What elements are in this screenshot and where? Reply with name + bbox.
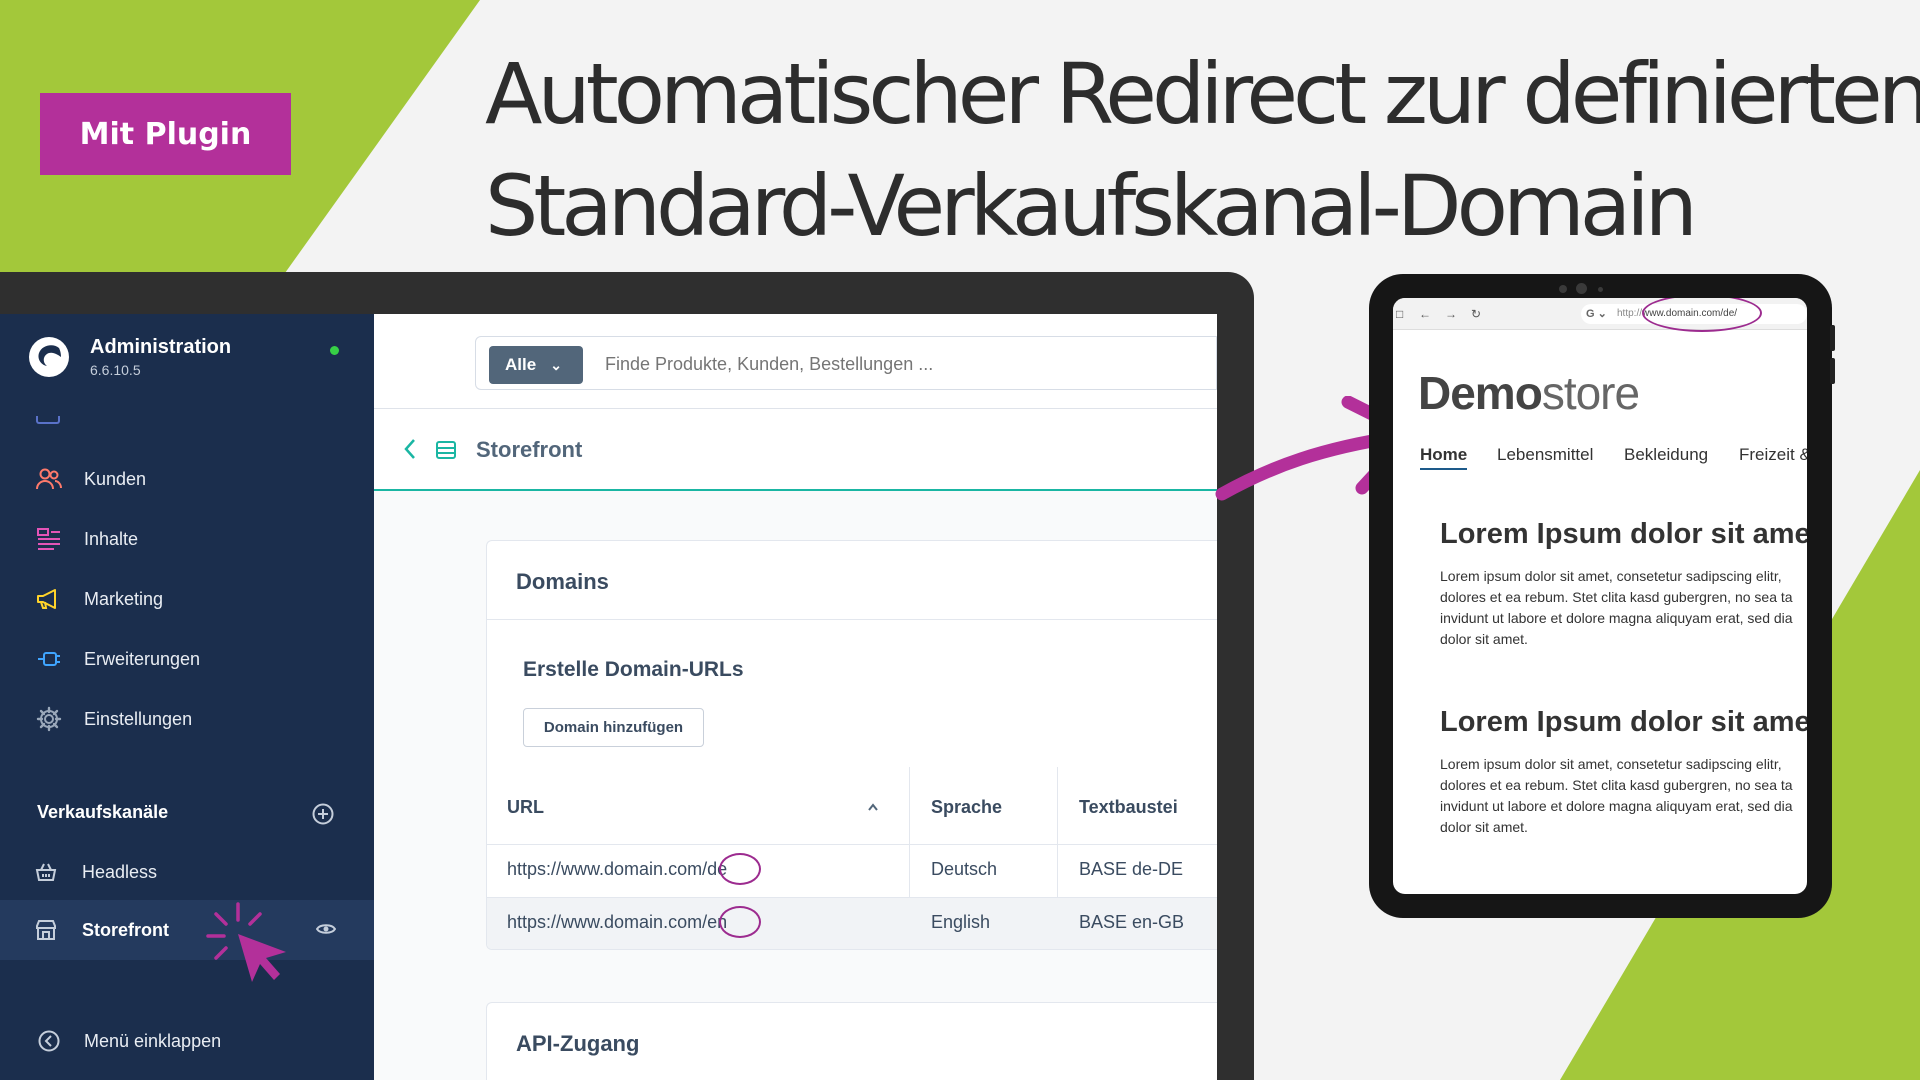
store-nav-bekleidung[interactable]: Bekleidung <box>1624 445 1708 465</box>
nav-label-erweiterungen: Erweiterungen <box>84 648 201 669</box>
content-paragraph: Lorem ipsum dolor sit amet, consetetur s… <box>1440 756 1793 835</box>
table-row[interactable]: https://www.domain.com/en English BASE e… <box>487 897 1217 949</box>
nav-item-inhalte[interactable]: Inhalte <box>34 524 138 554</box>
tablet-camera <box>1576 283 1587 294</box>
nav-label-marketing: Marketing <box>84 588 164 609</box>
click-cursor-icon <box>206 902 286 982</box>
sales-channel-headless[interactable]: Headless <box>34 860 157 884</box>
domain-snippet-set: BASE de-DE <box>1079 859 1184 879</box>
api-access-title: API-Zugang <box>516 1031 640 1056</box>
nav-item-erweiterungen[interactable]: Erweiterungen <box>34 644 200 674</box>
online-status-dot <box>330 346 339 355</box>
content-paragraph: Lorem ipsum dolor sit amet, consetetur s… <box>1440 568 1793 647</box>
megaphone-icon <box>34 584 64 614</box>
cropped-nav-icon <box>36 416 60 424</box>
admin-screen: Administration 6.6.10.5 Kunden Inhalte M… <box>0 314 1217 1080</box>
search-filter-label: Alle <box>505 355 537 374</box>
domain-url: https://www.domain.com/en <box>507 912 728 932</box>
customers-icon <box>34 464 64 494</box>
eye-icon[interactable] <box>316 922 336 936</box>
domains-card-title: Domains <box>487 541 1217 620</box>
tab-square-icon[interactable]: □ <box>1396 307 1403 321</box>
reload-icon[interactable]: ↻ <box>1471 307 1481 321</box>
back-icon[interactable]: ← <box>1419 307 1431 321</box>
browser-toolbar: □ ← → ↻ http://www.domain.com/de/ G ⌄ <box>1393 298 1807 332</box>
storefront-page-icon <box>436 441 456 459</box>
back-arrow-icon[interactable] <box>402 436 418 462</box>
headline: Automatischer Redirect zur definierten S… <box>485 38 1920 262</box>
shopware-logo-icon <box>29 337 69 377</box>
store-nav-lebensmittel[interactable]: Lebensmittel <box>1497 445 1593 465</box>
nav-label-inhalte: Inhalte <box>84 528 139 549</box>
collapse-menu-button[interactable]: Menü einklappen <box>38 1030 221 1052</box>
sales-channel-storefront[interactable]: Storefront <box>34 918 169 942</box>
highlight-circle <box>1642 298 1762 332</box>
nav-item-kunden[interactable]: Kunden <box>34 464 146 494</box>
url-prefix: http:// <box>1617 308 1643 319</box>
app-version: 6.6.10.5 <box>90 362 141 378</box>
page-title: Storefront <box>476 437 583 462</box>
table-row[interactable]: https://www.domain.com/de Deutsch BASE d… <box>487 844 1217 896</box>
nav-label-einstellungen: Einstellungen <box>84 708 193 729</box>
store-logo-light: store <box>1541 367 1640 419</box>
headline-line-2: Standard-Verkaufskanal-Domain <box>485 157 1698 255</box>
sort-ascending-icon[interactable] <box>867 803 879 811</box>
domain-snippet-set: BASE en-GB <box>1079 912 1185 932</box>
domain-language: English <box>931 912 991 932</box>
search-input[interactable] <box>605 349 1165 379</box>
tablet-sensor <box>1598 287 1603 292</box>
basket-icon <box>34 860 58 884</box>
google-icon[interactable]: G ⌄ <box>1586 307 1607 320</box>
global-search: Alle ⌄ <box>475 336 1217 390</box>
domain-url: https://www.domain.com/de <box>507 859 728 879</box>
highlight-circle <box>719 906 761 938</box>
column-header-url[interactable]: URL <box>507 797 544 818</box>
tablet-sensor <box>1559 285 1567 293</box>
column-header-textbausteine[interactable]: Textbaustei <box>1079 797 1178 818</box>
collapse-menu-label: Menü einklappen <box>84 1030 222 1051</box>
sidebar-header[interactable]: Administration 6.6.10.5 <box>28 336 231 378</box>
sales-channel-label-headless: Headless <box>82 861 158 882</box>
domains-subtitle: Erstelle Domain-URLs <box>523 658 744 681</box>
nav-item-einstellungen[interactable]: Einstellungen <box>34 704 192 734</box>
forward-icon[interactable]: → <box>1445 307 1457 321</box>
storefront-screen: □ ← → ↻ http://www.domain.com/de/ G ⌄ De… <box>1393 298 1807 894</box>
admin-sidebar: Administration 6.6.10.5 Kunden Inhalte M… <box>0 314 374 1080</box>
highlight-circle <box>719 853 761 885</box>
content-heading: Lorem Ipsum dolor sit amet <box>1440 518 1807 550</box>
add-domain-button[interactable]: Domain hinzufügen <box>523 708 704 747</box>
domain-language: Deutsch <box>931 859 998 879</box>
store-logo[interactable]: Demostore <box>1418 366 1640 420</box>
tablet-side-button <box>1830 358 1835 384</box>
api-access-card: API-Zugang <box>486 1002 1217 1080</box>
search-filter-dropdown[interactable]: Alle ⌄ <box>489 346 583 384</box>
chevron-down-icon: ⌄ <box>550 356 562 373</box>
chevron-left-circle-icon <box>38 1030 60 1052</box>
page-header: Storefront <box>374 409 1217 491</box>
add-sales-channel-icon[interactable] <box>312 803 334 825</box>
content-heading: Lorem Ipsum dolor sit amet <box>1440 706 1807 738</box>
plug-icon <box>34 644 64 674</box>
nav-item-marketing[interactable]: Marketing <box>34 584 163 614</box>
plugin-badge: Mit Plugin <box>40 93 291 175</box>
headline-line-1: Automatischer Redirect zur definierten <box>485 45 1920 143</box>
tablet-side-button <box>1830 325 1835 351</box>
store-nav-home[interactable]: Home <box>1420 445 1468 470</box>
gear-icon <box>34 704 64 734</box>
store-logo-bold: Demo <box>1418 367 1543 419</box>
sales-channels-title: Verkaufskanäle <box>37 802 169 822</box>
sales-channel-label-storefront: Storefront <box>82 919 169 940</box>
domains-card: Domains Erstelle Domain-URLs Domain hinz… <box>486 540 1217 950</box>
column-header-sprache[interactable]: Sprache <box>931 797 1002 818</box>
app-title: Administration <box>90 336 232 358</box>
nav-label-kunden: Kunden <box>84 468 147 489</box>
storefront-icon <box>34 918 58 942</box>
store-nav-freizeit[interactable]: Freizeit & <box>1739 445 1807 465</box>
content-icon <box>34 524 64 554</box>
